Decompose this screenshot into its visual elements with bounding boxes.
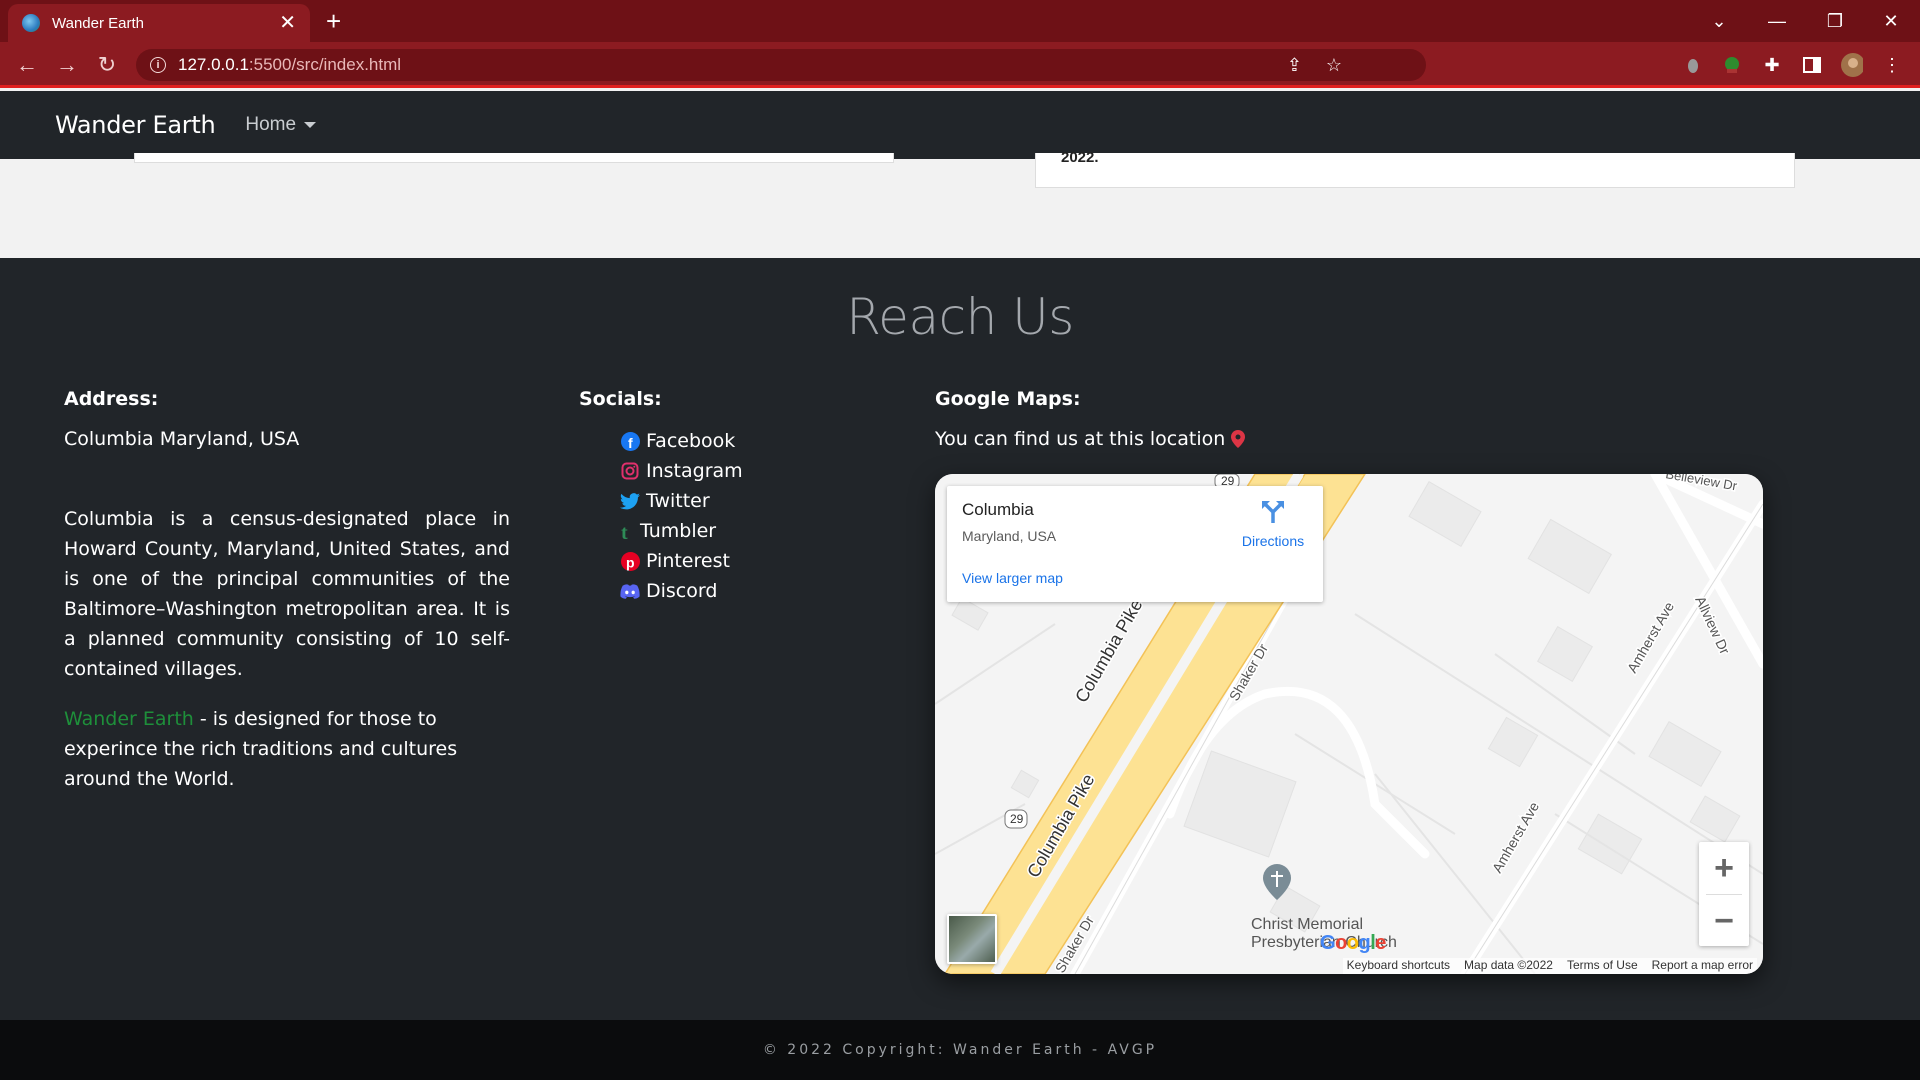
globe-icon	[22, 14, 40, 32]
info-icon[interactable]: i	[150, 57, 166, 73]
directions-icon	[1262, 501, 1284, 523]
new-tab-icon[interactable]: +	[326, 8, 341, 34]
browser-tabstrip: Wander Earth ✕ + ⌄ — ❐ ✕	[0, 0, 1920, 42]
maps-heading: Google Maps:	[935, 388, 1081, 410]
copyright-bar: © 2022 Copyright: Wander Earth - AVGP	[0, 1020, 1920, 1080]
google-logo: Google	[1320, 932, 1386, 954]
close-tab-icon[interactable]: ✕	[279, 13, 296, 33]
directions-button[interactable]: Directions	[1235, 498, 1311, 549]
tab-title: Wander Earth	[52, 14, 144, 32]
reload-icon[interactable]: ↻	[92, 50, 122, 80]
zoom-in-button[interactable]: +	[1699, 842, 1749, 894]
place-info-card: Columbia Maryland, USA View larger map D…	[947, 486, 1323, 602]
caret-down-icon	[304, 122, 317, 128]
tab-search-icon[interactable]: ⌄	[1690, 0, 1748, 42]
share-icon[interactable]: ⇪	[1287, 49, 1302, 81]
minimize-icon[interactable]: —	[1748, 0, 1806, 42]
twitter-icon	[620, 491, 640, 511]
about-paragraph: Columbia is a census-designated place in…	[64, 508, 510, 680]
terms-of-use-link[interactable]: Terms of Use	[1567, 958, 1638, 974]
social-discord[interactable]: Discord	[620, 576, 743, 606]
address-bar[interactable]: i 127.0.0.1:5500/src/index.html ⇪ ☆	[136, 49, 1426, 81]
location-pin-icon	[1231, 430, 1246, 448]
site-navbar: Wander Earth Home	[0, 91, 1920, 159]
home-dropdown[interactable]: Home	[245, 114, 317, 136]
browser-toolbar: ← → ↻ i 127.0.0.1:5500/src/index.html ⇪ …	[0, 42, 1920, 88]
facebook-icon: f	[620, 431, 640, 451]
map-data-text: Map data ©2022	[1464, 958, 1553, 972]
close-window-icon[interactable]: ✕	[1862, 0, 1920, 42]
brand-link[interactable]: Wander Earth	[64, 708, 194, 730]
keyboard-shortcuts-link[interactable]: Keyboard shortcuts	[1347, 958, 1450, 974]
browser-tab[interactable]: Wander Earth ✕	[8, 4, 310, 42]
navbar-brand[interactable]: Wander Earth	[55, 111, 216, 139]
social-twitter[interactable]: Twitter	[620, 486, 743, 516]
url-text: 127.0.0.1:5500/src/index.html	[178, 55, 402, 74]
extension-icon-green[interactable]	[1721, 54, 1743, 76]
maps-text: You can find us at this location	[935, 428, 1246, 450]
zoom-controls: + −	[1699, 842, 1749, 946]
sidebar-icon[interactable]	[1801, 54, 1823, 76]
social-facebook[interactable]: f Facebook	[620, 426, 743, 456]
card-right-text: 2022.	[1061, 149, 1099, 166]
report-map-error-link[interactable]: Report a map error	[1652, 958, 1753, 974]
address-heading: Address:	[64, 388, 159, 410]
svg-text:p: p	[626, 554, 635, 570]
extension-icon-gray[interactable]	[1682, 54, 1704, 76]
restore-icon[interactable]: ❐	[1806, 0, 1864, 42]
reach-us-title: Reach Us	[846, 288, 1074, 346]
designed-paragraph: Wander Earth - is designed for those to …	[64, 708, 458, 790]
puzzle-extensions-icon[interactable]: ✚	[1761, 54, 1783, 76]
forward-icon[interactable]: →	[52, 50, 82, 80]
content-area: 2022.	[0, 149, 1920, 258]
social-instagram[interactable]: Instagram	[620, 456, 743, 486]
pinterest-icon: p	[620, 551, 640, 571]
svg-text:f: f	[628, 435, 633, 451]
social-tumblr[interactable]: t Tumbler	[620, 516, 743, 546]
menu-icon[interactable]: ⋮	[1881, 54, 1903, 76]
social-pinterest[interactable]: p Pinterest	[620, 546, 743, 576]
socials-heading: Socials:	[579, 388, 662, 410]
card-left	[134, 153, 894, 163]
view-larger-map-link[interactable]: View larger map	[962, 570, 1063, 586]
satellite-toggle-thumbnail[interactable]	[947, 914, 997, 964]
tumblr-icon: t	[620, 521, 634, 541]
route-29-shield: 29	[1010, 812, 1024, 826]
footer: Reach Us Address: Columbia Maryland, USA…	[0, 258, 1920, 1020]
address-line: Columbia Maryland, USA	[64, 428, 300, 450]
bookmark-star-icon[interactable]: ☆	[1326, 49, 1342, 81]
instagram-icon	[620, 461, 640, 481]
place-title: Columbia	[962, 500, 1034, 519]
zoom-out-button[interactable]: −	[1699, 895, 1749, 947]
socials-list: f Facebook Instagram Twitter t Tumbler p…	[620, 426, 743, 606]
map-attribution: Keyboard shortcuts Map data ©2022 Terms …	[1342, 958, 1757, 974]
back-icon[interactable]: ←	[12, 50, 42, 80]
discord-icon	[620, 581, 640, 601]
svg-text:t: t	[621, 522, 628, 541]
profile-avatar[interactable]	[1841, 53, 1863, 77]
google-map[interactable]: 29 29 Columbia Pike Columbia Pike Shaker…	[935, 474, 1763, 974]
place-subtitle: Maryland, USA	[962, 528, 1057, 544]
card-right: 2022.	[1035, 149, 1795, 188]
